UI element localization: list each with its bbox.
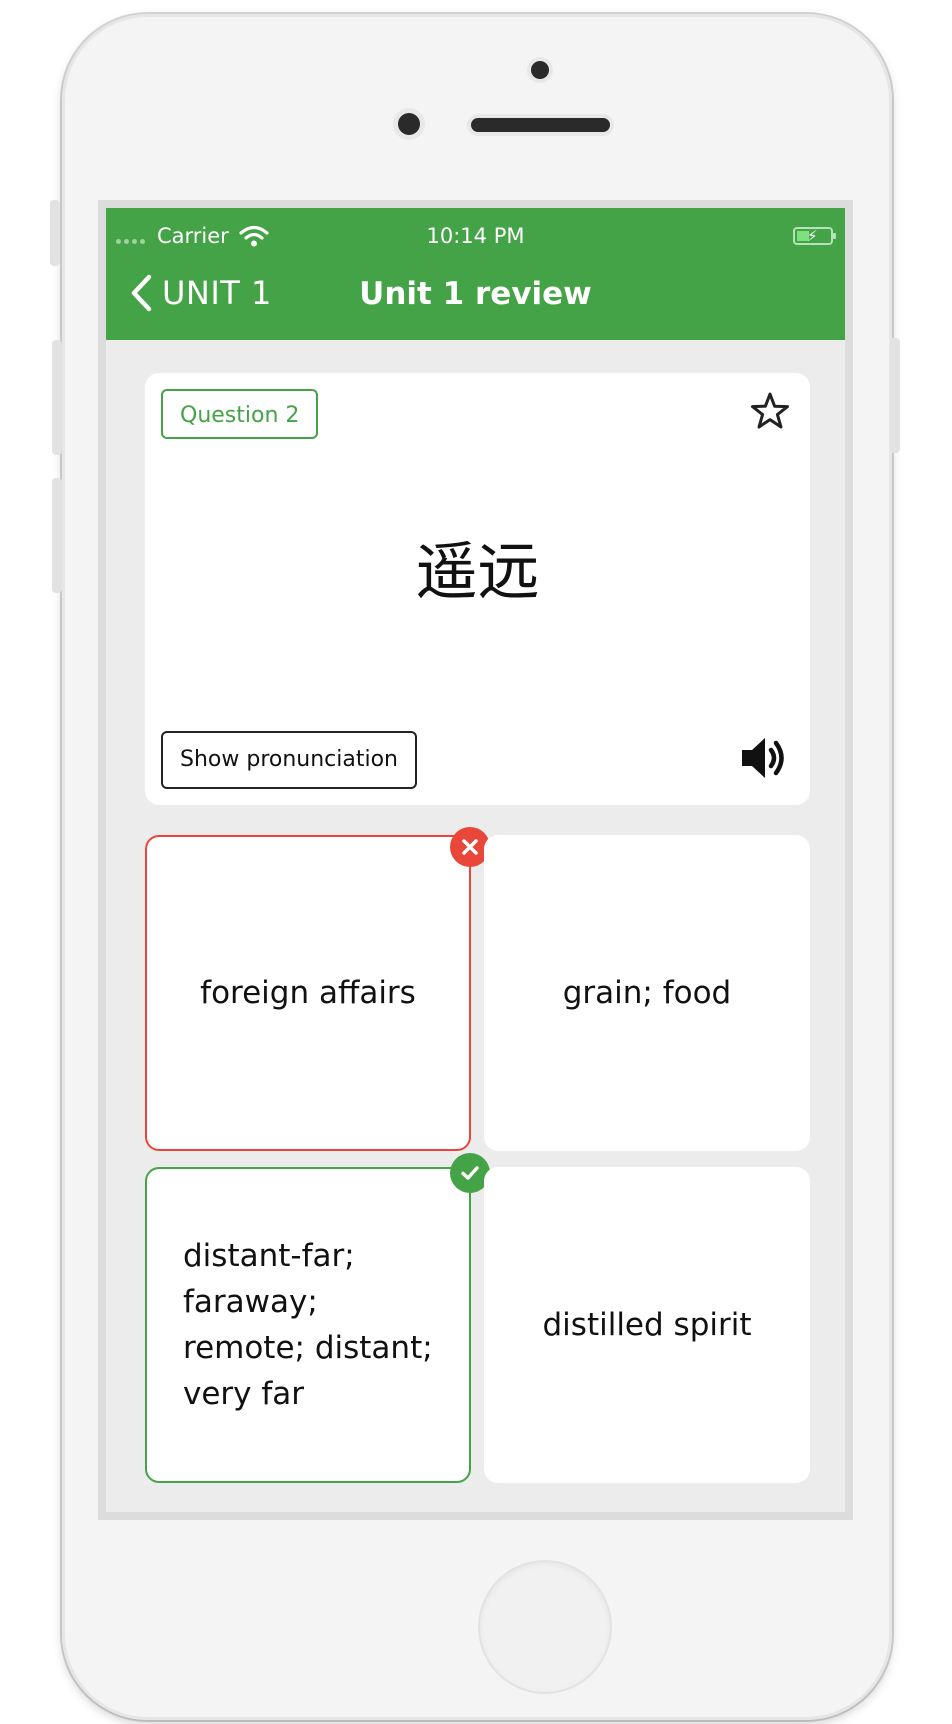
volume-down-button	[52, 478, 62, 593]
star-icon[interactable]	[750, 391, 790, 431]
mute-switch	[50, 200, 60, 266]
page-title: Unit 1 review	[359, 276, 592, 312]
nav-header: Carrier 10:14 PM ⚡ UNIT 1 Unit 1 review	[106, 208, 845, 340]
power-button	[890, 338, 900, 453]
answer-option-4[interactable]: distilled spirit	[484, 1167, 810, 1483]
question-card: Question 2 遥远 Show pronunciation	[145, 373, 810, 805]
answer-option-2[interactable]: grain; food	[484, 835, 810, 1151]
answer-option-1[interactable]: foreign affairs	[145, 835, 471, 1151]
status-time: 10:14 PM	[426, 224, 525, 248]
front-camera	[398, 113, 420, 135]
earpiece-speaker	[471, 118, 610, 132]
home-button[interactable]	[480, 1562, 610, 1692]
question-badge: Question 2	[161, 389, 319, 439]
show-pronunciation-button[interactable]: Show pronunciation	[161, 731, 418, 789]
vocab-word: 遥远	[415, 535, 540, 608]
battery-icon: ⚡	[793, 227, 836, 245]
volume-up-button	[52, 340, 62, 455]
answer-option-3[interactable]: distant-far; faraway; remote; distant; v…	[145, 1167, 471, 1483]
answer-text: distilled spirit	[542, 1307, 752, 1343]
answer-text: grain; food	[562, 975, 732, 1011]
speaker-icon[interactable]	[738, 733, 788, 783]
app-screen: Carrier 10:14 PM ⚡ UNIT 1 Unit 1 review …	[106, 208, 845, 1512]
answer-text: foreign affairs	[200, 975, 416, 1011]
answer-text: distant-far; faraway; remote; distant; v…	[183, 1238, 433, 1412]
front-sensor	[531, 61, 549, 79]
